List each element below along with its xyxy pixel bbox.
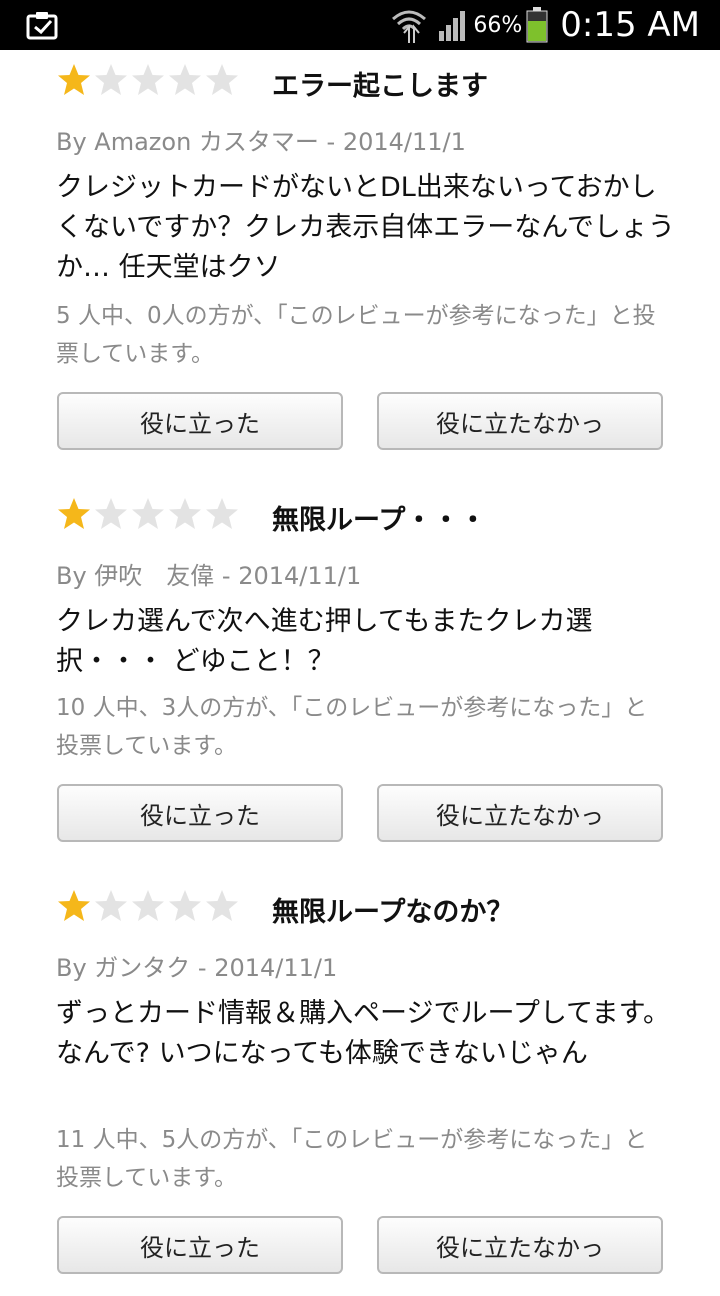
helpful-votes-text: 10 人中、3人の方が、「このレビューが参考になった」と投票しています。 [56,695,648,759]
review-body: ずっとカード情報＆購入ページでループしてます。 なんで? いつになっても体験でき… [56,998,670,1069]
review-byline: By ガンタク - 2014/11/1 [56,954,338,982]
review-body: クレカ選んで次へ進む押してもまたクレカ選択・・・ どゆこと！？ [56,606,593,677]
helpful-no-button[interactable]: 役に立たなかっ [377,392,663,450]
helpful-no-button[interactable]: 役に立たなかっ [377,784,663,842]
review-byline: By 伊吹 友偉 - 2014/11/1 [56,562,362,590]
star-empty-icon [169,64,201,95]
star-empty-icon [206,498,238,529]
star-rating [56,888,241,924]
review-byline: By Amazon カスタマー - 2014/11/1 [56,128,466,156]
clipboard-check-icon [26,12,58,40]
helpful-votes-text: 11 人中、5人の方が、「このレビューが参考になった」と投票しています。 [56,1127,648,1191]
star-filled-icon [58,498,90,529]
helpful-no-button[interactable]: 役に立たなかっ [377,1216,663,1274]
star-empty-icon [95,498,127,529]
review-card: エラー起こします By Amazon カスタマー - 2014/11/1 クレジ… [0,50,720,470]
battery-icon [526,7,548,43]
star-empty-icon [206,64,238,95]
star-filled-icon [58,64,90,95]
star-empty-icon [132,64,164,95]
review-card: 無限ループ・・・ By 伊吹 友偉 - 2014/11/1 クレカ選んで次へ進む… [0,484,720,904]
star-empty-icon [169,498,201,529]
star-empty-icon [206,890,238,921]
review-title: 無限ループなのか？ [272,897,514,928]
review-card: 無限ループなのか？ By ガンタク - 2014/11/1 ずっとカード情報＆購… [0,876,720,1296]
star-empty-icon [169,890,201,921]
star-empty-icon [132,498,164,529]
review-body: クレジットカードがないとDL出来ないっておかしくないですか？クレカ表示自体エラー… [56,172,675,283]
status-bar: 66% 0:15 AM [0,0,720,50]
wifi-icon [392,10,427,43]
review-title: エラー起こします [272,71,488,102]
star-empty-icon [95,64,127,95]
helpful-yes-button[interactable]: 役に立った [57,784,343,842]
helpful-yes-button[interactable]: 役に立った [57,392,343,450]
helpful-votes-text: 5 人中、0人の方が、「このレビューが参考になった」と投票しています。 [56,303,656,367]
star-filled-icon [58,890,90,921]
review-title: 無限ループ・・・ [272,505,487,536]
star-empty-icon [132,890,164,921]
star-rating [56,62,241,98]
star-rating [56,496,241,532]
clock: 0:15 AM [560,5,700,45]
signal-icon [439,11,466,41]
helpful-yes-button[interactable]: 役に立った [57,1216,343,1274]
battery-percent: 66% [473,12,523,38]
star-empty-icon [95,890,127,921]
